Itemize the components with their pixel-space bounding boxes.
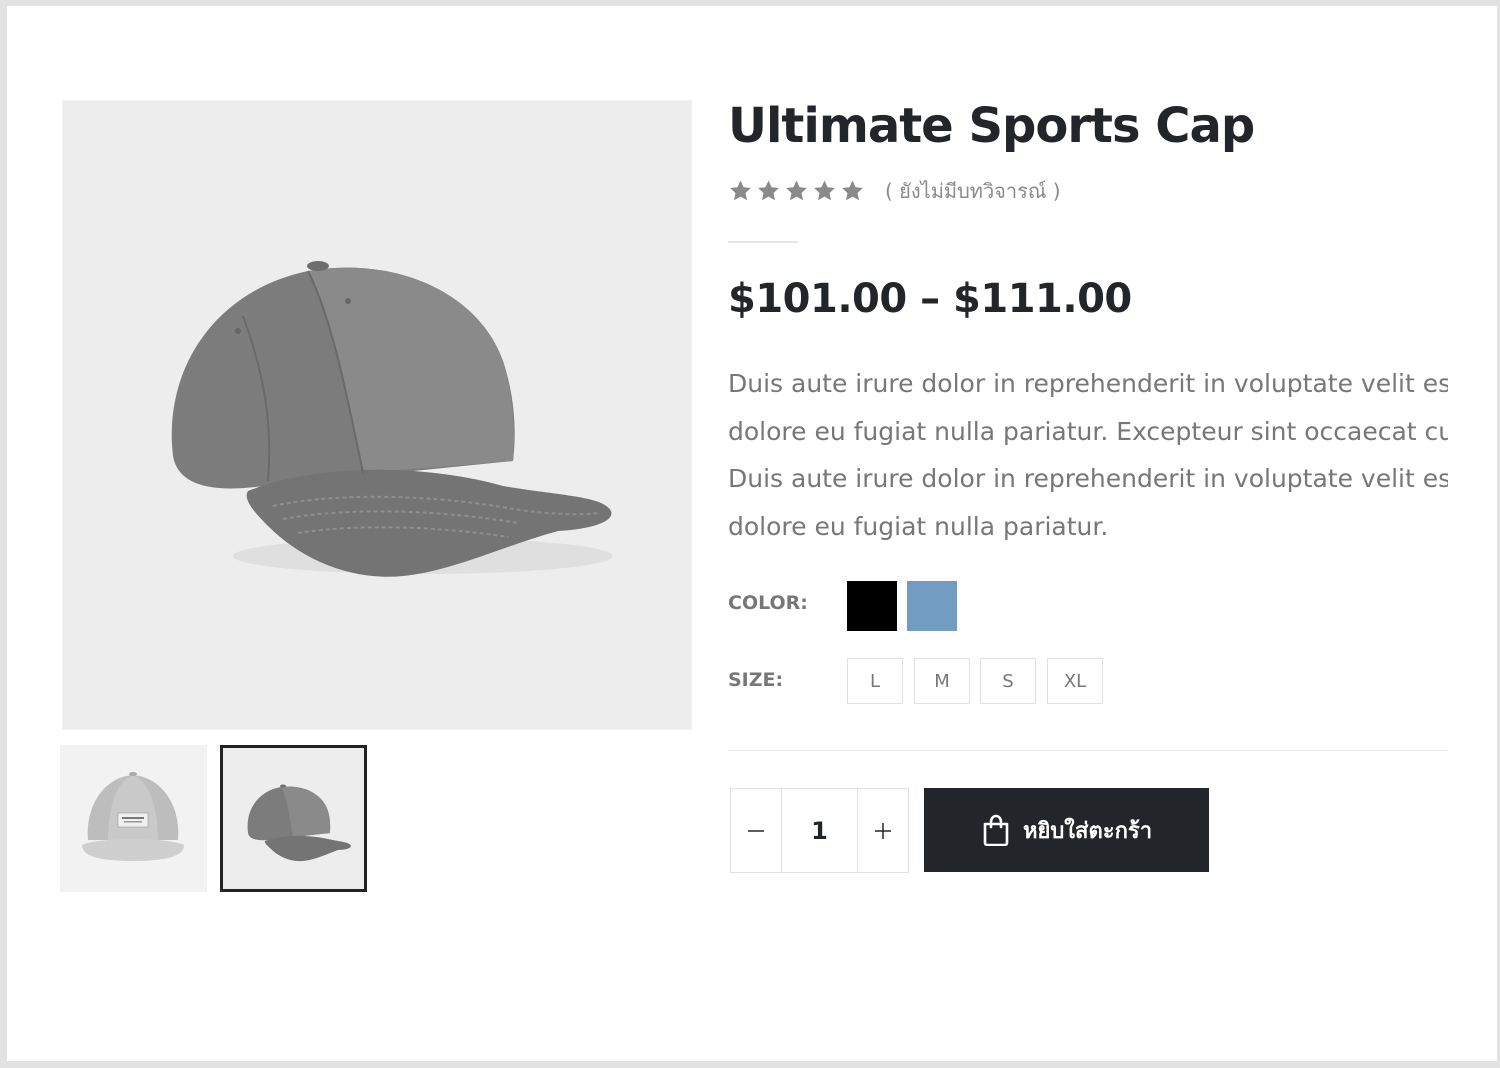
color-swatch-blue[interactable]	[907, 581, 957, 631]
size-option-s[interactable]: S	[980, 658, 1036, 704]
plus-icon	[875, 822, 891, 839]
size-option-xl[interactable]: XL	[1047, 658, 1103, 704]
description-line: Duis aute irure dolor in reprehenderit i…	[728, 464, 1448, 493]
star-icon	[730, 180, 751, 201]
quantity-decrease-button[interactable]	[731, 789, 782, 872]
description-line: dolore eu fugiat nulla pariatur. Excepte…	[728, 416, 1448, 446]
color-swatch-black[interactable]	[847, 581, 897, 631]
quantity-increase-button[interactable]	[857, 789, 908, 872]
product-price: $101.00 – $111.00	[728, 276, 1132, 322]
title-divider	[728, 241, 798, 243]
quantity-input[interactable]	[782, 789, 857, 872]
star-icon	[758, 180, 779, 201]
snapback-cap-image	[82, 772, 184, 861]
star-icon	[814, 180, 835, 201]
baseball-cap-thumb-image	[247, 784, 351, 862]
size-option-l[interactable]: L	[847, 658, 903, 704]
color-label: COLOR:	[728, 592, 808, 614]
star-icon	[842, 180, 863, 201]
description-line: Duis aute irure dolor in reprehenderit i…	[728, 369, 1448, 398]
product-title: Ultimate Sports Cap	[728, 98, 1255, 154]
cap-image	[171, 261, 613, 577]
size-option-m[interactable]: M	[914, 658, 970, 704]
quantity-stepper	[730, 788, 909, 873]
product-rating[interactable]: ( ยังไม่มีบทวิจารณ์ )	[728, 176, 1061, 206]
rating-stars	[728, 179, 865, 203]
size-label: SIZE:	[728, 669, 784, 691]
product-page: Ultimate Sports Cap ( ยังไม่มีบทวิจารณ์ …	[7, 6, 1497, 1061]
review-count-link[interactable]: ( ยังไม่มีบทวิจารณ์ )	[885, 175, 1061, 207]
product-description: Duis aute irure dolor in reprehenderit i…	[728, 360, 1448, 550]
thumbnail-snapback-cap[interactable]	[60, 745, 207, 892]
star-icon	[786, 180, 807, 201]
variations-divider	[728, 750, 1448, 751]
shopping-bag-icon	[983, 814, 1009, 846]
add-to-cart-button[interactable]: หยิบใส่ตะกร้า	[924, 788, 1209, 872]
product-main-image[interactable]	[62, 100, 692, 730]
add-to-cart-label: หยิบใส่ตะกร้า	[1022, 818, 1153, 844]
minus-icon	[748, 829, 764, 832]
thumbnail-baseball-cap[interactable]	[220, 745, 367, 892]
description-line: dolore eu fugiat nulla pariatur.	[728, 511, 1109, 541]
